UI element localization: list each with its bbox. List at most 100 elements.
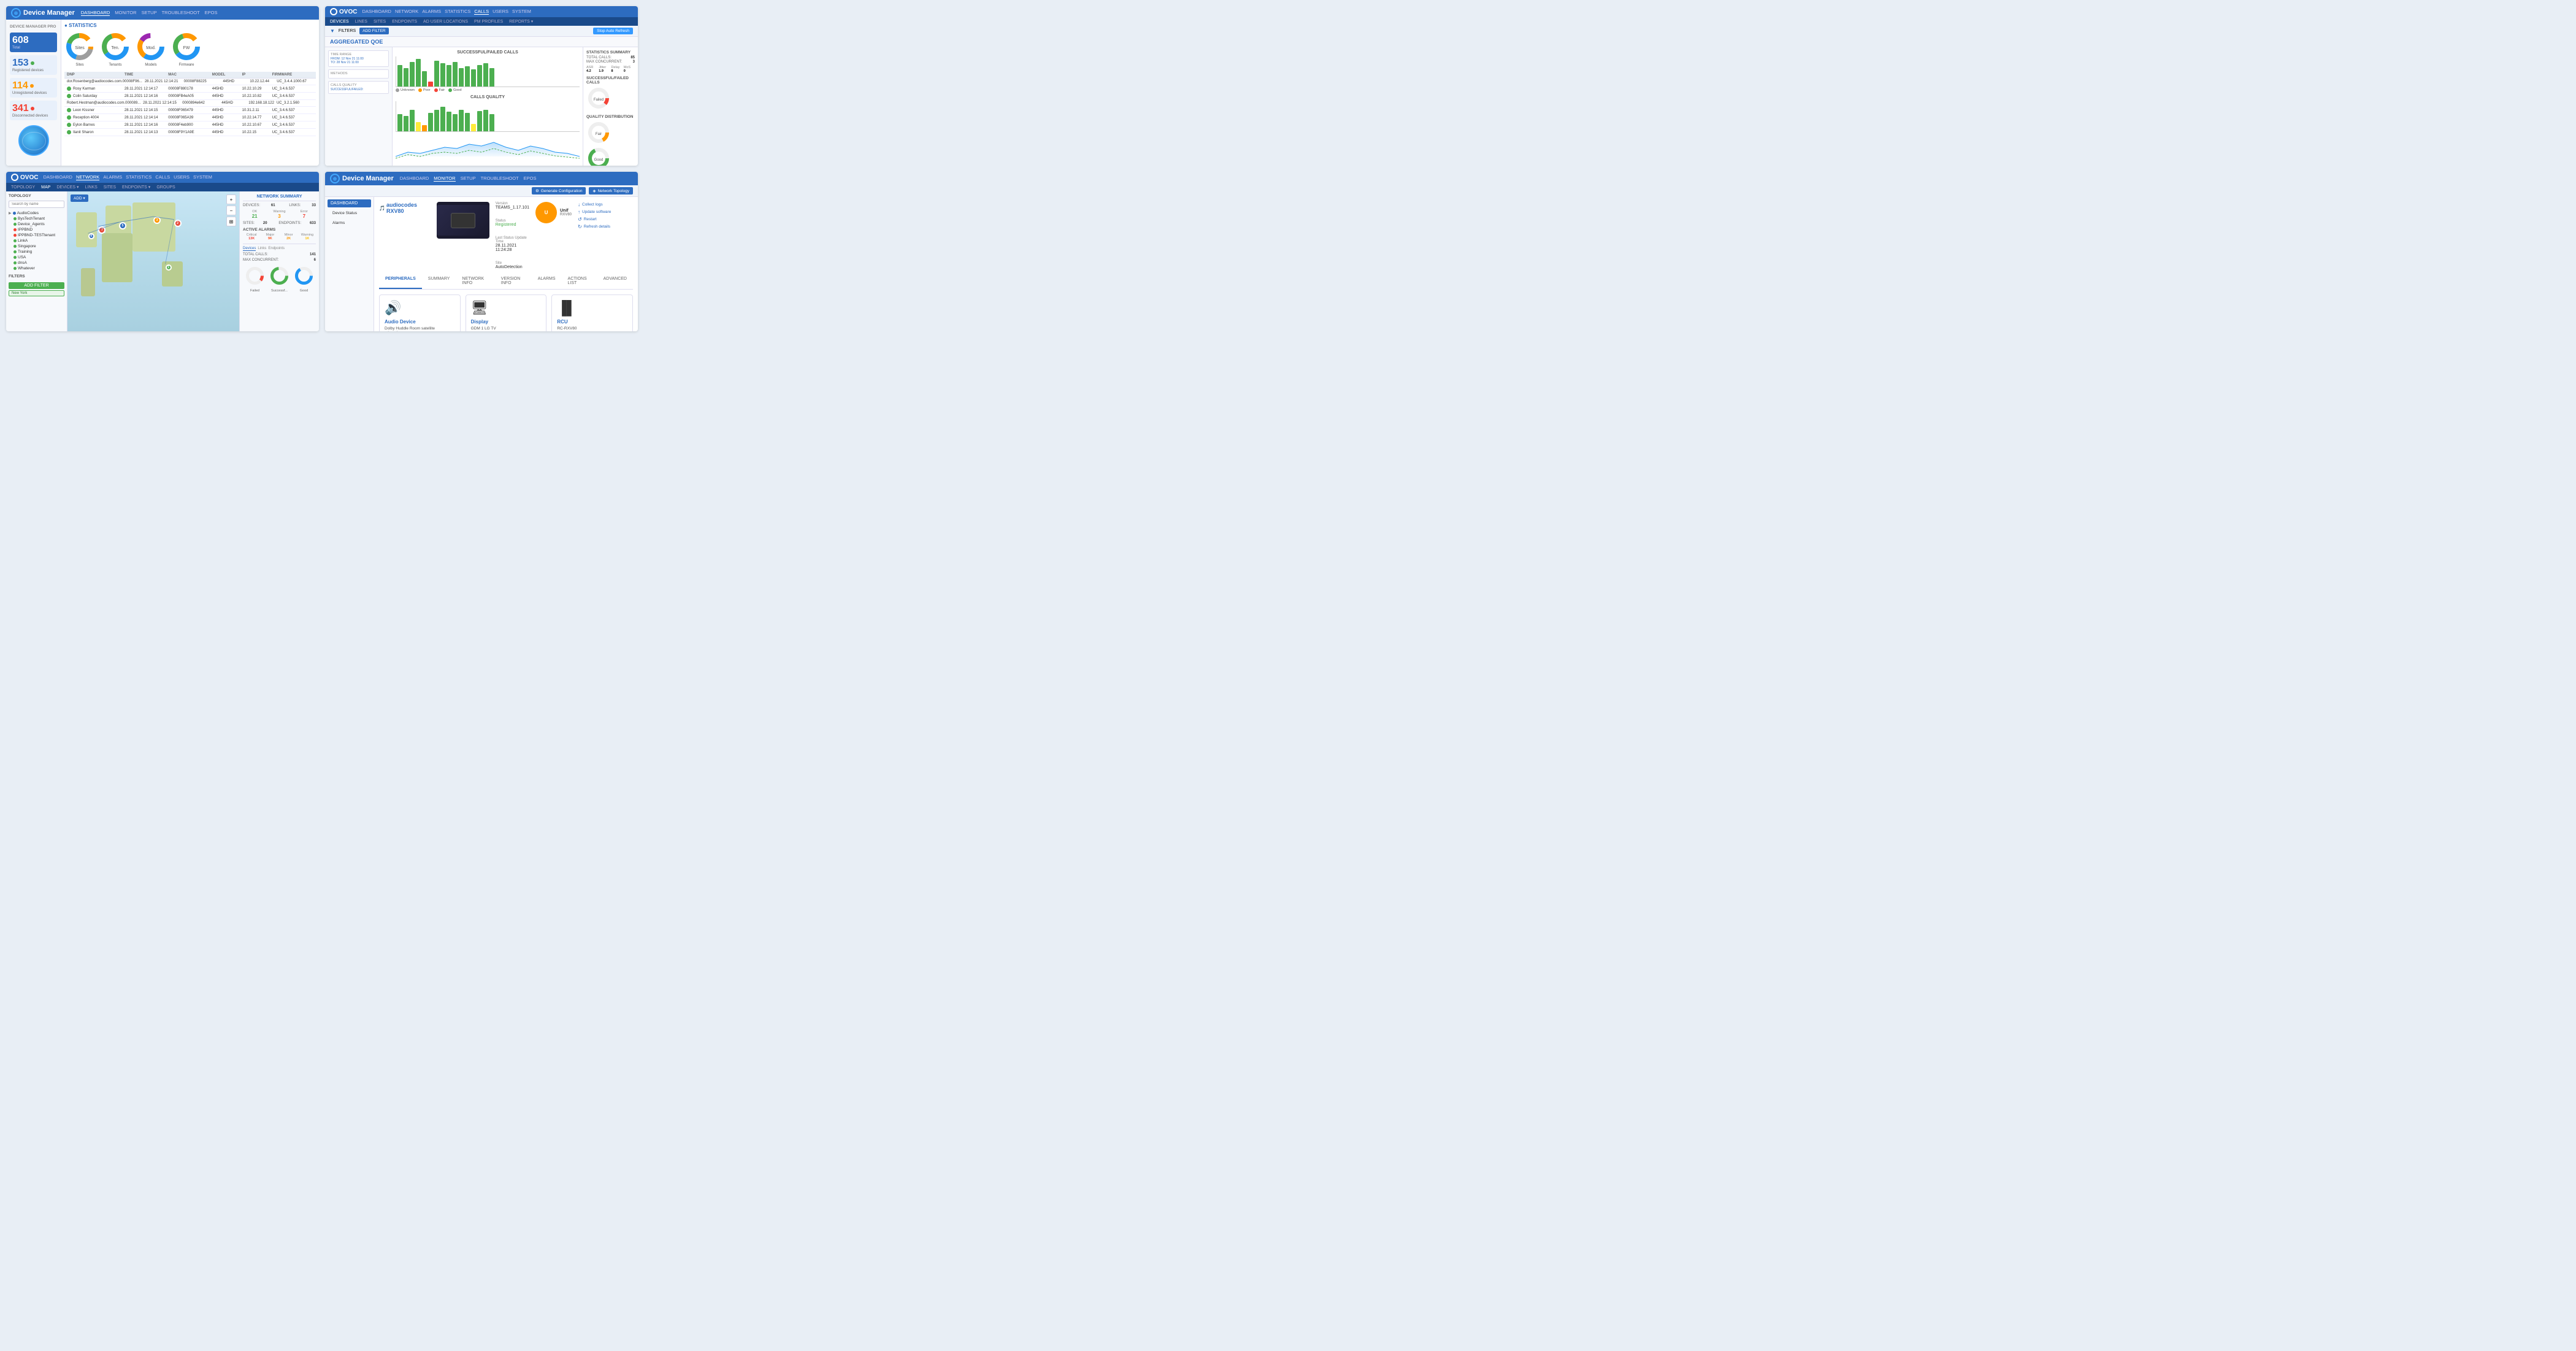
p3-nav-system[interactable]: SYSTEM [193, 174, 212, 180]
subnav-pm[interactable]: PM PROFILES [474, 20, 503, 24]
subnav-aduser[interactable]: AD USER LOCATIONS [423, 20, 468, 24]
table-row[interactable]: Colin Saturday 28.11.2021 12:14:16 00008… [64, 93, 316, 100]
p4-nav-troubleshoot[interactable]: TROUBLESHOOT [481, 175, 519, 182]
subnav-reports[interactable]: REPORTS ▾ [509, 19, 533, 24]
tree-item-whatever[interactable]: Whatever [13, 266, 64, 271]
p3-nav-statistics[interactable]: STATISTICS [126, 174, 151, 180]
table-row[interactable]: dor.Rosenberg@audiocodes.com.00008F96...… [64, 79, 316, 85]
update-software-link[interactable]: ↑ Update software [578, 209, 633, 215]
tab-devices[interactable]: Devices [243, 247, 256, 251]
table-row[interactable]: Ilanit Sharon 28.11.2021 12:14:13 00008F… [64, 129, 316, 136]
subnav-endpoints[interactable]: ENDPOINTS ▾ [122, 185, 150, 190]
p4-nav-dashboard[interactable]: DASHBOARD [400, 175, 429, 182]
subnav-map[interactable]: MAP [41, 185, 50, 190]
ovoc-map-logo-text: OVOC [20, 174, 38, 181]
nav-epos[interactable]: EPOS [205, 10, 218, 16]
peripheral-display: 🖥 Display GDM 1 LG TV Health Status Conn… [466, 294, 547, 331]
subnav-links[interactable]: LINKS [85, 185, 98, 190]
tree-item-training[interactable]: Training [13, 249, 64, 255]
map-pin-europe[interactable]: 7 [98, 226, 105, 234]
table-row[interactable]: Robert.Hestman@audiocodes.com.000089... … [64, 100, 316, 107]
p3-nav-users[interactable]: USERS [174, 174, 190, 180]
p3-nav-network[interactable]: NETWORK [76, 174, 99, 180]
table-row[interactable]: Reception 4004 28.11.2021 12:14:14 00008… [64, 114, 316, 121]
tree-item-dnsa[interactable]: dnsA [13, 260, 64, 266]
filters-label: FILTERS [9, 274, 64, 279]
tab-actions-list[interactable]: ACTIONS LIST [562, 274, 597, 289]
tab-advanced[interactable]: ADVANCED [597, 274, 633, 289]
nav-setup[interactable]: SETUP [142, 10, 157, 16]
subnav-devices[interactable]: DEVICES ▾ [56, 185, 79, 190]
subnav-sites[interactable]: SITES [374, 20, 386, 24]
tree-item-ippbnd[interactable]: IPPBND [13, 227, 64, 233]
sidebar-alarms[interactable]: Alarms [328, 219, 371, 227]
auto-refresh-button[interactable]: Stop Auto Refresh [593, 28, 633, 34]
tab-network-info[interactable]: NETWORK INFO [456, 274, 494, 289]
subnav-lines[interactable]: LINES [355, 20, 367, 24]
p4-nav-epos[interactable]: EPOS [524, 175, 537, 182]
p3-nav-alarms[interactable]: ALARMS [103, 174, 122, 180]
restart-link[interactable]: ↺ Restart [578, 217, 633, 222]
dm-logo-text: Device Manager [23, 9, 75, 17]
nav-statistics[interactable]: STATISTICS [445, 9, 470, 15]
table-row[interactable]: Leon Kissner 28.11.2021 12:14:15 00008F0… [64, 107, 316, 114]
map-pin-aus[interactable]: 1 [166, 264, 172, 271]
registered-label: Registered devices [12, 69, 55, 72]
tab-links[interactable]: Links [258, 247, 266, 251]
table-row[interactable]: Rosy Karman 28.11.2021 12:14:17 00008F88… [64, 85, 316, 93]
generate-config-btn[interactable]: ⚙ Generate Configuration [532, 187, 586, 194]
map-fit[interactable]: ⊞ [226, 217, 236, 226]
map-pin-asia1[interactable]: 3 [153, 217, 161, 224]
subnav-topology[interactable]: TOPOLOGY [11, 185, 35, 190]
topology-search[interactable] [9, 201, 64, 208]
subnav-groups[interactable]: GROUPS [156, 185, 175, 190]
p4-nav-monitor[interactable]: MONITOR [434, 175, 455, 182]
tree-item-agents[interactable]: Device_Agents [13, 221, 64, 227]
p4-nav-setup[interactable]: SETUP [461, 175, 476, 182]
nav-alarms[interactable]: ALARMS [422, 9, 441, 15]
p3-nav-calls[interactable]: CALLS [155, 174, 170, 180]
tree-item-singapore[interactable]: Singapore [13, 244, 64, 249]
map-pin-usa[interactable]: 4 [88, 233, 94, 239]
nav-troubleshoot[interactable]: TROUBLESHOOT [162, 10, 200, 16]
add-button[interactable]: ADD ▾ [71, 194, 88, 202]
tree-item-audiocodes[interactable]: ▶ AudioCodes [9, 210, 64, 216]
subnav-endpoints[interactable]: ENDPOINTS [392, 20, 417, 24]
tab-version-info[interactable]: VERSION INFO [495, 274, 532, 289]
nav-system[interactable]: SYSTEM [512, 9, 531, 15]
table-row[interactable]: Eylon Barnes 28.11.2021 12:14:16 00008F4… [64, 121, 316, 129]
nav-network[interactable]: NETWORK [395, 9, 418, 15]
add-filter-button[interactable]: ADD FILTER [359, 28, 388, 34]
tab-endpoints[interactable]: Endpoints [268, 247, 285, 251]
map-add-btn[interactable]: ADD ▾ [71, 194, 88, 202]
endpoints-value: 633 [310, 221, 316, 225]
map-zoom-out[interactable]: − [226, 206, 236, 215]
fair-donut-svg: Fair [586, 120, 611, 145]
tree-item-bysptech[interactable]: BysTechTenant [13, 216, 64, 221]
sidebar-dashboard[interactable]: DASHBOARD [328, 199, 371, 207]
map-zoom-in[interactable]: + [226, 194, 236, 204]
nav-calls[interactable]: CALLS [474, 9, 489, 15]
tab-peripherals[interactable]: PERIPHERALS [379, 274, 422, 289]
p3-nav-dashboard[interactable]: DASHBOARD [43, 174, 72, 180]
tree-item-ippbnd-test[interactable]: IPPBND-TESTtenant [13, 233, 64, 238]
tab-summary[interactable]: SUMMARY [422, 274, 456, 289]
subnav-devices[interactable]: DEVICES [330, 20, 349, 24]
refresh-details-link[interactable]: ↻ Refresh details [578, 224, 633, 229]
qoe-charts-area: SUCCESSFUL/FAILED CALLS [393, 47, 583, 166]
nav-users[interactable]: USERS [493, 9, 508, 15]
add-filter-btn[interactable]: ADD FILTER [9, 282, 64, 289]
sidebar-device-status[interactable]: Device Status [328, 209, 371, 217]
nav-monitor[interactable]: MONITOR [115, 10, 136, 16]
collect-logs-link[interactable]: ↓ Collect logs [578, 202, 633, 207]
map-pin-asia2[interactable]: 2 [174, 220, 182, 227]
site-value: AutoDetection [496, 265, 523, 269]
network-topology-btn[interactable]: ◈ Network Topology [589, 187, 633, 194]
tab-alarms[interactable]: ALARMS [532, 274, 562, 289]
nav-dashboard[interactable]: DASHBOARD [81, 10, 110, 16]
subnav-sites[interactable]: SITES [104, 185, 116, 190]
nav-dashboard[interactable]: DASHBOARD [362, 9, 391, 15]
panel3-body: TOPOLOGY ▶ AudioCodes BysTechTenant Devi… [6, 191, 319, 331]
tree-item-usa[interactable]: USA [13, 255, 64, 260]
tree-item-linka[interactable]: LinkA [13, 238, 64, 244]
